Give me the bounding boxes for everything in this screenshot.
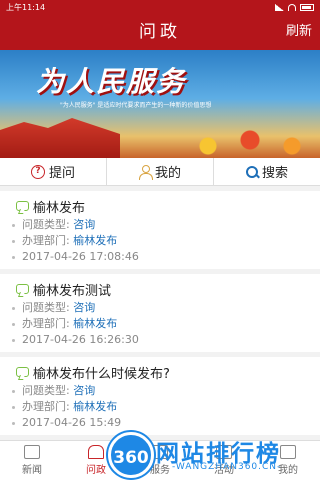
- status-time: 上午11:14: [6, 2, 46, 12]
- post-title: 榆林发布: [33, 200, 86, 216]
- post-dept-row: 办理部门: 榆林发布: [12, 399, 310, 415]
- tab-wenzheng[interactable]: 问政: [64, 441, 128, 480]
- profile-icon: [280, 445, 296, 459]
- post-time: 2017-04-26 15:49: [12, 415, 310, 431]
- list-item[interactable]: 榆林发布测试 问题类型: 咨询 办理部门: 榆林发布 2017-04-26 16…: [0, 274, 320, 352]
- chat-bubble-icon: [16, 201, 29, 211]
- question-list: 榆林发布 问题类型: 咨询 办理部门: 榆林发布 2017-04-26 17:0…: [0, 186, 320, 440]
- post-header: 榆林发布测试: [16, 278, 310, 300]
- post-header: 榆林发布什么时候发布?: [16, 361, 310, 383]
- post-type-row: 问题类型: 咨询: [12, 300, 310, 316]
- tab-service[interactable]: 服务: [128, 441, 192, 480]
- status-icons: [275, 3, 314, 11]
- government-icon: [88, 445, 104, 459]
- post-title: 榆林发布测试: [33, 283, 112, 299]
- ask-label: 提问: [48, 166, 75, 181]
- post-title: 榆林发布什么时候发布?: [33, 366, 170, 382]
- search-label: 搜索: [261, 166, 288, 181]
- battery-icon: [300, 3, 314, 11]
- post-dept-row: 办理部门: 榆林发布: [12, 316, 310, 332]
- post-dept-row: 办理部门: 榆林发布: [12, 233, 310, 249]
- post-dept: 榆林发布: [73, 317, 118, 330]
- chat-bubble-icon: [16, 367, 29, 377]
- refresh-button[interactable]: 刷新: [286, 14, 312, 50]
- list-item[interactable]: 榆林发布 问题类型: 咨询 办理部门: 榆林发布 2017-04-26 17:0…: [0, 191, 320, 269]
- banner-image: 为人民服务 "为人民服务" 是适应时代要求而产生的一种新的价值思想: [0, 50, 320, 158]
- newspaper-icon: [24, 445, 40, 459]
- status-bar: 上午11:14: [0, 0, 320, 14]
- post-type: 咨询: [73, 218, 96, 231]
- banner-title: 为人民服务: [36, 65, 187, 98]
- banner-building: [0, 118, 120, 158]
- post-dept: 榆林发布: [73, 234, 118, 247]
- app-header: 问政 刷新: [0, 14, 320, 50]
- question-icon: ?: [30, 164, 45, 179]
- post-type: 咨询: [73, 384, 96, 397]
- list-item[interactable]: 榆林发布什么时候发布? 问题类型: 咨询 办理部门: 榆林发布 2017-04-…: [0, 357, 320, 435]
- post-header: 榆林发布: [16, 195, 310, 217]
- banner-subtitle: "为人民服务" 是适应时代要求而产生的一种新的价值思想: [60, 102, 212, 109]
- search-button[interactable]: 搜索: [214, 158, 320, 185]
- banner-flowers: [180, 128, 320, 158]
- activity-icon: [216, 445, 232, 459]
- chat-bubble-icon: [16, 284, 29, 294]
- action-bar: ? 提问 我的 搜索: [0, 158, 320, 186]
- bottom-tab-bar: 新闻 问政 服务 活动 我的: [0, 440, 320, 480]
- wifi-icon: [288, 3, 296, 11]
- post-dept: 榆林发布: [73, 400, 118, 413]
- tab-profile[interactable]: 我的: [256, 441, 320, 480]
- signal-icon: [275, 3, 284, 11]
- post-type: 咨询: [73, 301, 96, 314]
- post-type-row: 问题类型: 咨询: [12, 217, 310, 233]
- mine-label: 我的: [154, 166, 181, 181]
- tab-news[interactable]: 新闻: [0, 441, 64, 480]
- post-type-row: 问题类型: 咨询: [12, 383, 310, 399]
- service-icon: [152, 445, 168, 459]
- page-title: 问政: [139, 22, 181, 42]
- post-time: 2017-04-26 16:26:30: [12, 332, 310, 348]
- ask-button[interactable]: ? 提问: [0, 158, 107, 185]
- post-time: 2017-04-26 17:08:46: [12, 249, 310, 265]
- tab-activity[interactable]: 活动: [192, 441, 256, 480]
- search-icon: [245, 165, 258, 178]
- mine-button[interactable]: 我的: [107, 158, 214, 185]
- user-icon: [138, 164, 153, 180]
